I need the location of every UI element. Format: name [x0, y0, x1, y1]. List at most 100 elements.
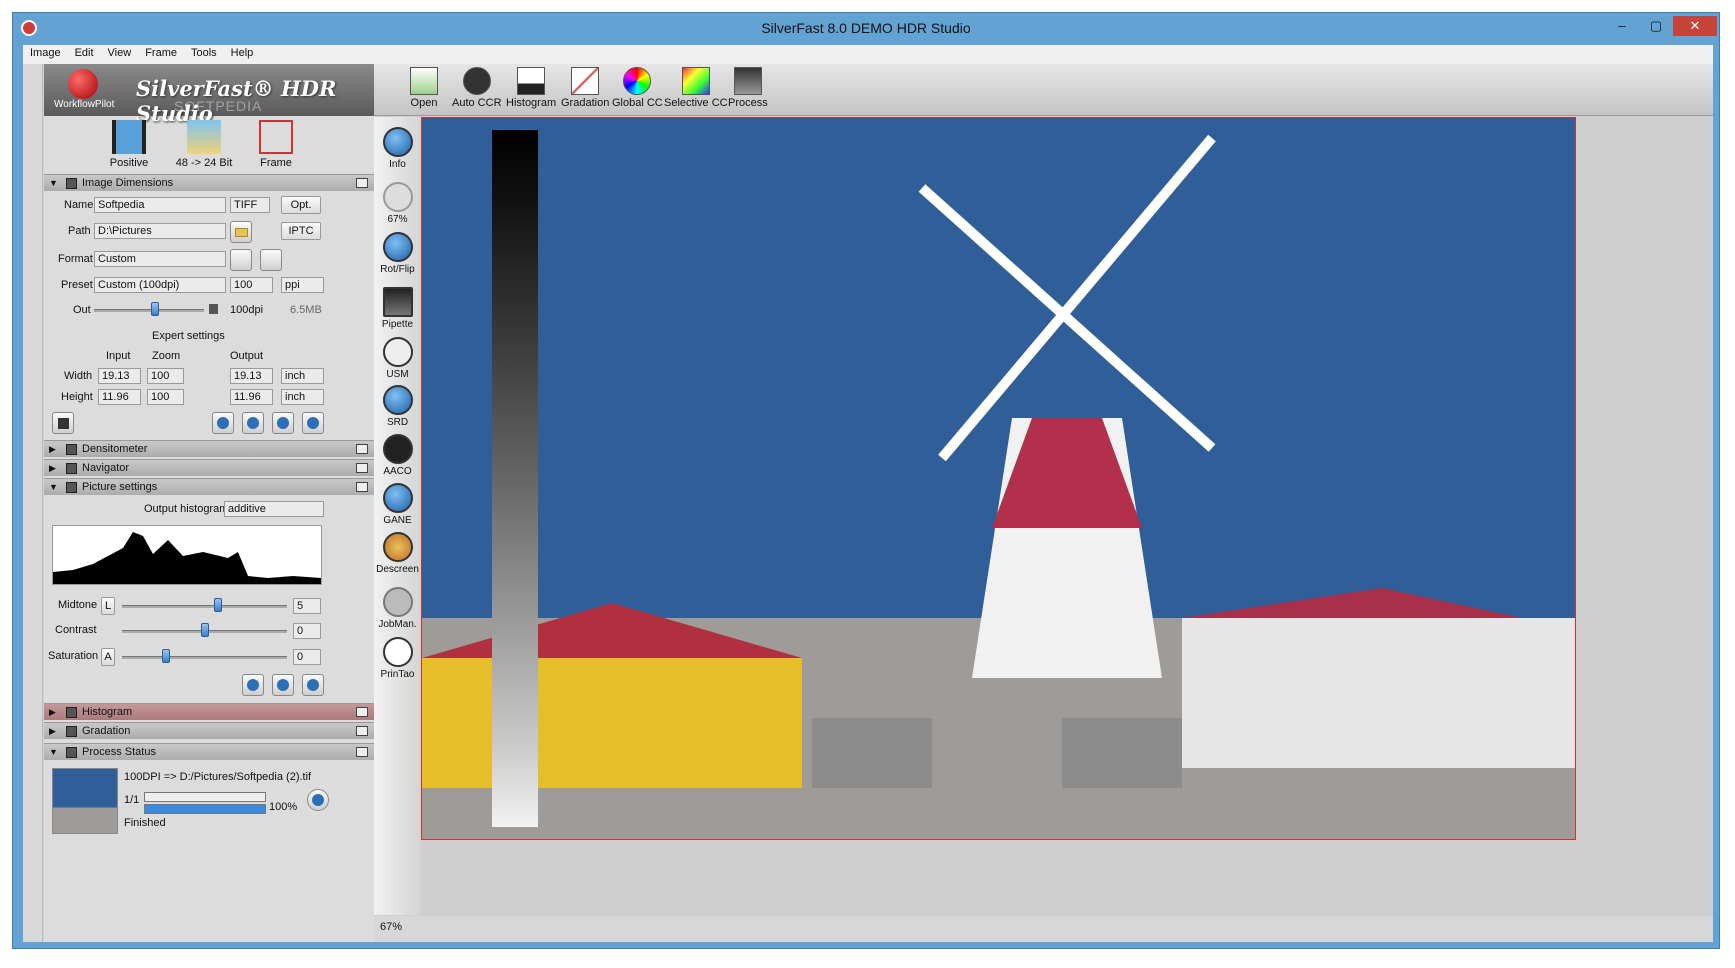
selectivecc-button[interactable]: Selective CC [664, 67, 728, 109]
histogram-icon [66, 707, 77, 718]
reset-icon [307, 679, 319, 691]
name-input[interactable]: Softpedia [94, 197, 226, 213]
histogram-tool-button[interactable]: Histogram [506, 67, 556, 109]
folder-button[interactable] [230, 221, 252, 243]
collapse-arrow-icon: ▼ [49, 747, 58, 757]
picture-reset-button[interactable] [302, 674, 324, 696]
menu-frame[interactable]: Frame [138, 45, 184, 61]
section-densitometer[interactable]: ▶ Densitometer [44, 440, 374, 457]
iptc-button[interactable]: IPTC [281, 222, 321, 240]
app-icon[interactable] [21, 20, 37, 36]
height-input[interactable]: 11.96 [98, 389, 141, 405]
gradation-tool-button[interactable]: Gradation [561, 67, 609, 109]
help-button[interactable] [212, 412, 234, 434]
menu-view[interactable]: View [101, 45, 139, 61]
gane-button[interactable]: GANE [374, 483, 421, 526]
menu-help[interactable]: Help [224, 45, 261, 61]
bitdepth-button[interactable]: 48 -> 24 Bit [169, 120, 239, 169]
histogram-mode-select[interactable]: additive [224, 501, 324, 517]
title-bar: SilverFast 8.0 DEMO HDR Studio – ▢ ✕ [13, 13, 1719, 43]
expand-arrow-icon: ▶ [49, 444, 56, 454]
saturation-slider[interactable] [122, 656, 287, 659]
usm-button[interactable]: USM [374, 337, 421, 380]
saturation-slider-handle[interactable] [162, 649, 170, 663]
section-image-dimensions[interactable]: ▼ Image Dimensions [44, 174, 374, 191]
maximize-button[interactable]: ▢ [1641, 16, 1671, 36]
landscape-button[interactable] [260, 249, 282, 271]
process-button[interactable]: Process [728, 67, 768, 109]
frame-button[interactable]: Frame [241, 120, 311, 169]
zoom-button[interactable]: 67% [374, 182, 421, 225]
reset-button[interactable] [302, 412, 324, 434]
midtone-slider-handle[interactable] [214, 598, 222, 612]
minimize-button[interactable]: – [1607, 16, 1637, 36]
width-input[interactable]: 19.13 [98, 368, 141, 384]
detach-icon[interactable] [356, 463, 368, 473]
portrait-button[interactable] [230, 249, 252, 271]
jobman-button[interactable]: JobMan. [374, 587, 421, 630]
palm-image-icon [187, 120, 221, 154]
height-output-input[interactable]: 11.96 [230, 389, 273, 405]
workflowpilot-icon[interactable] [68, 69, 98, 99]
contrast-value[interactable]: 0 [293, 623, 321, 639]
mode-icons: Positive 48 -> 24 Bit Frame [44, 116, 374, 171]
printao-button[interactable]: PrinTao [374, 637, 421, 680]
preset-select[interactable]: Custom (100dpi) [94, 277, 226, 293]
picture-search-button[interactable] [272, 674, 294, 696]
section-histogram[interactable]: ▶ Histogram [44, 703, 374, 720]
rotflip-button[interactable]: Rot/Flip [374, 232, 421, 275]
saturation-value[interactable]: 0 [293, 649, 321, 665]
saturation-auto-button[interactable]: A [101, 648, 115, 666]
aaco-button[interactable]: AACO [374, 434, 421, 477]
midtone-slider[interactable] [122, 605, 287, 608]
unit-select[interactable]: ppi [281, 277, 324, 293]
width-output-input[interactable]: 19.13 [230, 368, 273, 384]
floppy-icon [58, 418, 69, 429]
out-slider[interactable] [94, 309, 204, 312]
srd-button[interactable]: SRD [374, 385, 421, 428]
contrast-slider-handle[interactable] [201, 623, 209, 637]
opt-button[interactable]: Opt. [281, 196, 321, 214]
menu-edit[interactable]: Edit [68, 45, 101, 61]
filetype-select[interactable]: TIFF [230, 197, 270, 213]
menu-tools[interactable]: Tools [184, 45, 224, 61]
width-zoom-input[interactable]: 100 [147, 368, 184, 384]
gray-scale-overlay [492, 130, 538, 827]
info-button[interactable]: Info [374, 127, 421, 170]
menu-image[interactable]: Image [23, 45, 68, 61]
section-process-status[interactable]: ▼ Process Status [44, 743, 374, 760]
detach-icon[interactable] [356, 482, 368, 492]
descreen-button[interactable]: Descreen [374, 532, 421, 575]
save-preset-button[interactable] [52, 412, 74, 434]
path-input[interactable]: D:\Pictures [94, 223, 226, 239]
section-navigator[interactable]: ▶ Navigator [44, 459, 374, 476]
detach-icon[interactable] [356, 444, 368, 454]
out-slider-handle[interactable] [150, 302, 159, 316]
positive-button[interactable]: Positive [94, 120, 164, 169]
width-unit-select[interactable]: inch [281, 368, 324, 384]
left-strip [23, 64, 43, 942]
midtone-value[interactable]: 5 [293, 598, 321, 614]
height-unit-select[interactable]: inch [281, 389, 324, 405]
detach-icon[interactable] [356, 726, 368, 736]
search-button[interactable] [272, 412, 294, 434]
preview-image[interactable] [421, 117, 1576, 840]
detach-icon[interactable] [356, 707, 368, 717]
settings-button[interactable] [242, 412, 264, 434]
preset-value-input[interactable]: 100 [230, 277, 273, 293]
picture-help-button[interactable] [242, 674, 264, 696]
process-queue-button[interactable] [307, 789, 329, 811]
section-picture-settings[interactable]: ▼ Picture settings [44, 478, 374, 495]
midtone-lock-button[interactable]: L [101, 597, 115, 615]
detach-icon[interactable] [356, 178, 368, 188]
format-select[interactable]: Custom [94, 251, 226, 267]
height-zoom-input[interactable]: 100 [147, 389, 184, 405]
preset-label: Preset [61, 279, 93, 291]
globalcc-button[interactable]: Global CC [612, 67, 663, 109]
open-button[interactable]: Open [410, 67, 438, 109]
autoccr-button[interactable]: Auto CCR [452, 67, 502, 109]
close-button[interactable]: ✕ [1673, 16, 1717, 36]
detach-icon[interactable] [356, 747, 368, 757]
section-gradation[interactable]: ▶ Gradation [44, 722, 374, 739]
pipette-button[interactable]: Pipette [374, 287, 421, 330]
